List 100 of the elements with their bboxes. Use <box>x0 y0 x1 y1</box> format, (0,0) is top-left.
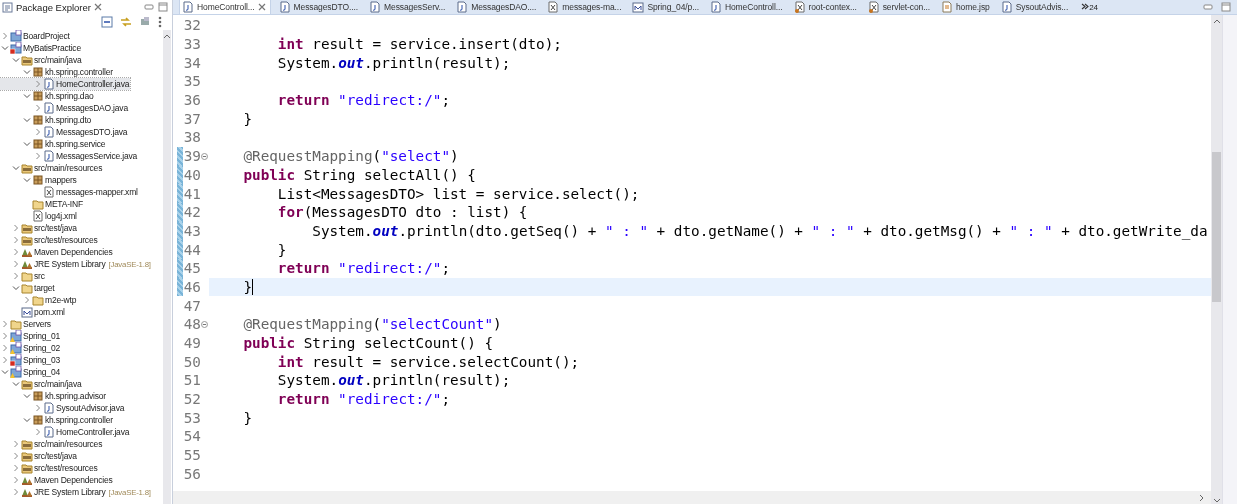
tree-item[interactable]: kh.spring.service <box>0 138 107 150</box>
tree-item[interactable]: src/test/java <box>0 222 78 234</box>
java-file-icon <box>369 1 382 13</box>
tree-item[interactable]: m2e-wtp <box>0 294 78 306</box>
line-number: 41 <box>182 185 202 202</box>
line-number: 39 <box>182 148 202 165</box>
scrollbar[interactable] <box>163 30 171 504</box>
tree-item[interactable]: src/main/resources <box>0 438 104 450</box>
line-number: 50 <box>182 353 202 370</box>
tree-item[interactable]: Servers <box>0 318 52 330</box>
java-file-icon <box>43 150 55 162</box>
tree-item[interactable]: src/main/java <box>0 54 83 66</box>
java-file-icon <box>1000 1 1013 13</box>
code-line: } <box>242 110 253 127</box>
tree-item[interactable]: kh.spring.controller <box>0 414 114 426</box>
line-number: 42 <box>182 204 202 221</box>
minimize-icon[interactable] <box>144 3 154 11</box>
editor-tab[interactable]: servlet-con... <box>865 0 939 14</box>
tree-item[interactable]: kh.spring.dto <box>0 114 93 126</box>
tree-item[interactable]: target <box>0 282 56 294</box>
tree-item[interactable]: src <box>0 270 46 282</box>
editor-tab[interactable]: Spring_04/p... <box>630 0 708 14</box>
tree-item[interactable]: Maven Dependencies <box>0 474 114 486</box>
tree-item[interactable]: BoardProject <box>0 30 71 42</box>
tree-item[interactable]: META-INF <box>0 198 84 210</box>
line-number: 52 <box>182 391 202 408</box>
tree-item[interactable]: src/main/resources <box>0 162 104 174</box>
tree-item[interactable]: Spring_02 <box>0 342 61 354</box>
tree-item[interactable]: log4j.xml <box>0 210 78 222</box>
scroll-up-icon[interactable] <box>1212 18 1221 24</box>
collapse-all-icon[interactable] <box>101 16 113 28</box>
minimize-icon[interactable] <box>1203 3 1213 11</box>
tree-item[interactable]: MessagesDAO.java <box>0 102 129 114</box>
package-icon <box>32 390 44 402</box>
package-icon <box>32 90 44 102</box>
tree-item[interactable]: Maven Dependencies <box>0 246 114 258</box>
source-folder-icon <box>21 462 33 474</box>
scroll-down-icon[interactable] <box>1212 498 1221 504</box>
tree-item[interactable]: kh.spring.advisor <box>0 390 107 402</box>
scroll-up-icon[interactable] <box>163 33 171 39</box>
editor-tab[interactable]: MessagesServ... <box>367 0 455 14</box>
code-line: return "redirect:/"; <box>276 92 451 109</box>
text-cursor <box>252 278 254 295</box>
source-folder-icon <box>21 222 33 234</box>
view-tab[interactable]: Package Explorer <box>2 1 102 13</box>
fold-icon[interactable] <box>201 152 209 160</box>
tree-item[interactable]: SysoutAdvisor.java <box>0 402 126 414</box>
tree-label: JRE System Library <box>34 259 106 269</box>
code-line: int result = service.insert(dto); <box>276 36 562 53</box>
editor-tab[interactable]: MessagesDTO.... <box>276 0 368 14</box>
editor-tab[interactable]: home.jsp <box>939 0 999 14</box>
link-editor-icon[interactable] <box>120 16 132 28</box>
java-file-icon <box>43 102 55 114</box>
editor-tab[interactable]: HomeControll... <box>179 0 271 14</box>
editor-tab[interactable]: SysoutAdvis... <box>998 0 1078 14</box>
tree-item[interactable]: pom.xml <box>0 306 66 318</box>
tree-item[interactable]: MessagesDTO.java <box>0 126 129 138</box>
fold-icon[interactable] <box>201 320 209 328</box>
tree-item[interactable]: Spring_01 <box>0 330 61 342</box>
tree-item[interactable]: kh.spring.dao <box>0 90 95 102</box>
tree-item[interactable]: MessagesService.java <box>0 150 139 162</box>
source-folder-icon <box>21 234 33 246</box>
tree-item[interactable]: src/test/java <box>0 450 78 462</box>
tree-item[interactable]: messages-mapper.xml <box>0 186 139 198</box>
line-number: 40 <box>182 166 202 183</box>
tree-item[interactable]: mappers <box>0 174 78 186</box>
code-line: System.out.println(result); <box>276 54 511 71</box>
editor-tab[interactable]: messages-ma... <box>545 0 631 14</box>
pom-file-icon <box>632 1 645 13</box>
view-menu-icon[interactable] <box>158 16 162 28</box>
tree-item[interactable]: kh.spring.controller <box>0 66 114 78</box>
scrollbar[interactable] <box>1211 15 1222 504</box>
maximize-icon[interactable] <box>158 2 168 12</box>
code-line: for(MessagesDTO dto : list) { <box>276 204 528 221</box>
folder-icon <box>21 282 33 294</box>
scrollbar[interactable] <box>173 491 1211 504</box>
tree-item[interactable]: HomeController.java <box>0 426 131 438</box>
code-line: System.out.println(dto.getSeq() + " : " + dto.getName() + " : " + dto.getMsg() + " : " + dto.getWrite_da <box>311 222 1208 239</box>
filter-icon[interactable] <box>139 16 151 28</box>
editor-tab[interactable]: MessagesDAO.... <box>454 0 546 14</box>
scroll-right-icon[interactable] <box>1199 493 1205 502</box>
tree-item[interactable]: Spring_04 <box>0 366 61 378</box>
tree-item[interactable]: Spring_03 <box>0 354 61 366</box>
close-icon[interactable] <box>257 3 266 11</box>
line-number: 53 <box>182 409 202 426</box>
tree-item[interactable]: MyBatisPractice <box>0 42 82 54</box>
close-icon[interactable] <box>94 3 102 11</box>
tree-item[interactable]: src/main/java <box>0 378 83 390</box>
tree-label: JRE System Library <box>34 487 106 497</box>
editor-tab[interactable]: root-contex... <box>791 0 866 14</box>
line-number: 43 <box>182 222 202 239</box>
tree-item[interactable]: src/test/resources <box>0 234 99 246</box>
more-tabs-button[interactable]: 24 <box>1081 2 1099 12</box>
line-number: 47 <box>182 297 202 314</box>
tree-item[interactable]: HomeController.java <box>0 78 131 90</box>
maximize-icon[interactable] <box>1221 2 1231 12</box>
line-number: 46 <box>182 278 202 295</box>
java-file-icon <box>43 426 55 438</box>
editor-tab[interactable]: HomeControll... <box>707 0 792 14</box>
tree-item[interactable]: src/test/resources <box>0 462 99 474</box>
